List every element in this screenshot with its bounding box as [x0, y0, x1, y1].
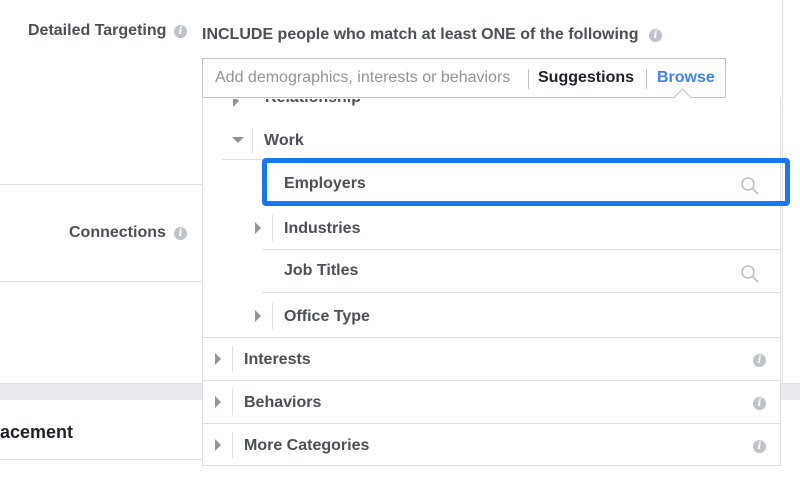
- divider: [203, 423, 780, 424]
- separator: [232, 432, 233, 458]
- info-icon[interactable]: i: [753, 397, 766, 410]
- placement-heading: acement: [0, 422, 74, 442]
- suggestions-button[interactable]: Suggestions: [538, 69, 634, 87]
- tree-row-partial[interactable]: Relationship: [203, 99, 780, 111]
- tree-item-label: Relationship: [265, 99, 361, 107]
- info-icon[interactable]: i: [174, 25, 187, 38]
- divider: [203, 380, 780, 381]
- tree-item-industries[interactable]: Industries: [284, 220, 360, 238]
- employers-highlight: [262, 158, 790, 206]
- tree-item-work[interactable]: Work: [264, 132, 304, 150]
- browse-button[interactable]: Browse: [657, 69, 715, 87]
- divider: [203, 337, 780, 338]
- expand-arrow-icon[interactable]: [255, 222, 261, 234]
- separator: [646, 69, 647, 89]
- separator: [272, 215, 273, 241]
- expand-arrow-icon[interactable]: [255, 310, 261, 322]
- separator: [232, 346, 233, 372]
- divider: [262, 292, 780, 293]
- expand-arrow-icon[interactable]: [233, 99, 239, 107]
- separator: [528, 69, 529, 89]
- divider: [262, 249, 780, 250]
- separator: [272, 303, 273, 329]
- info-icon[interactable]: i: [753, 354, 766, 367]
- tree-item-job-titles[interactable]: Job Titles: [284, 262, 358, 280]
- search-placeholder[interactable]: Add demographics, interests or behaviors: [215, 69, 510, 87]
- connections-label: Connections: [69, 224, 166, 241]
- search-icon[interactable]: [740, 264, 760, 284]
- include-text: INCLUDE people who match at least ONE of…: [202, 26, 639, 43]
- info-icon[interactable]: i: [753, 440, 766, 453]
- tree-item-behaviors[interactable]: Behaviors: [244, 394, 321, 412]
- expand-arrow-icon[interactable]: [215, 396, 221, 408]
- expand-arrow-icon[interactable]: [215, 439, 221, 451]
- targeting-search-box[interactable]: Add demographics, interests or behaviors…: [202, 58, 726, 98]
- separator: [232, 389, 233, 415]
- info-icon[interactable]: i: [649, 29, 662, 42]
- divider: [0, 281, 210, 282]
- tree-item-interests[interactable]: Interests: [244, 351, 311, 369]
- tree-item-office-type[interactable]: Office Type: [284, 308, 370, 326]
- tree-item-more-categories[interactable]: More Categories: [244, 437, 369, 455]
- detailed-targeting-label: Detailed Targeting: [28, 22, 167, 39]
- info-icon[interactable]: i: [174, 227, 187, 240]
- expand-arrow-icon[interactable]: [215, 353, 221, 365]
- divider: [0, 184, 210, 185]
- separator: [252, 128, 253, 154]
- collapse-arrow-icon[interactable]: [232, 137, 244, 143]
- divider: [0, 459, 210, 460]
